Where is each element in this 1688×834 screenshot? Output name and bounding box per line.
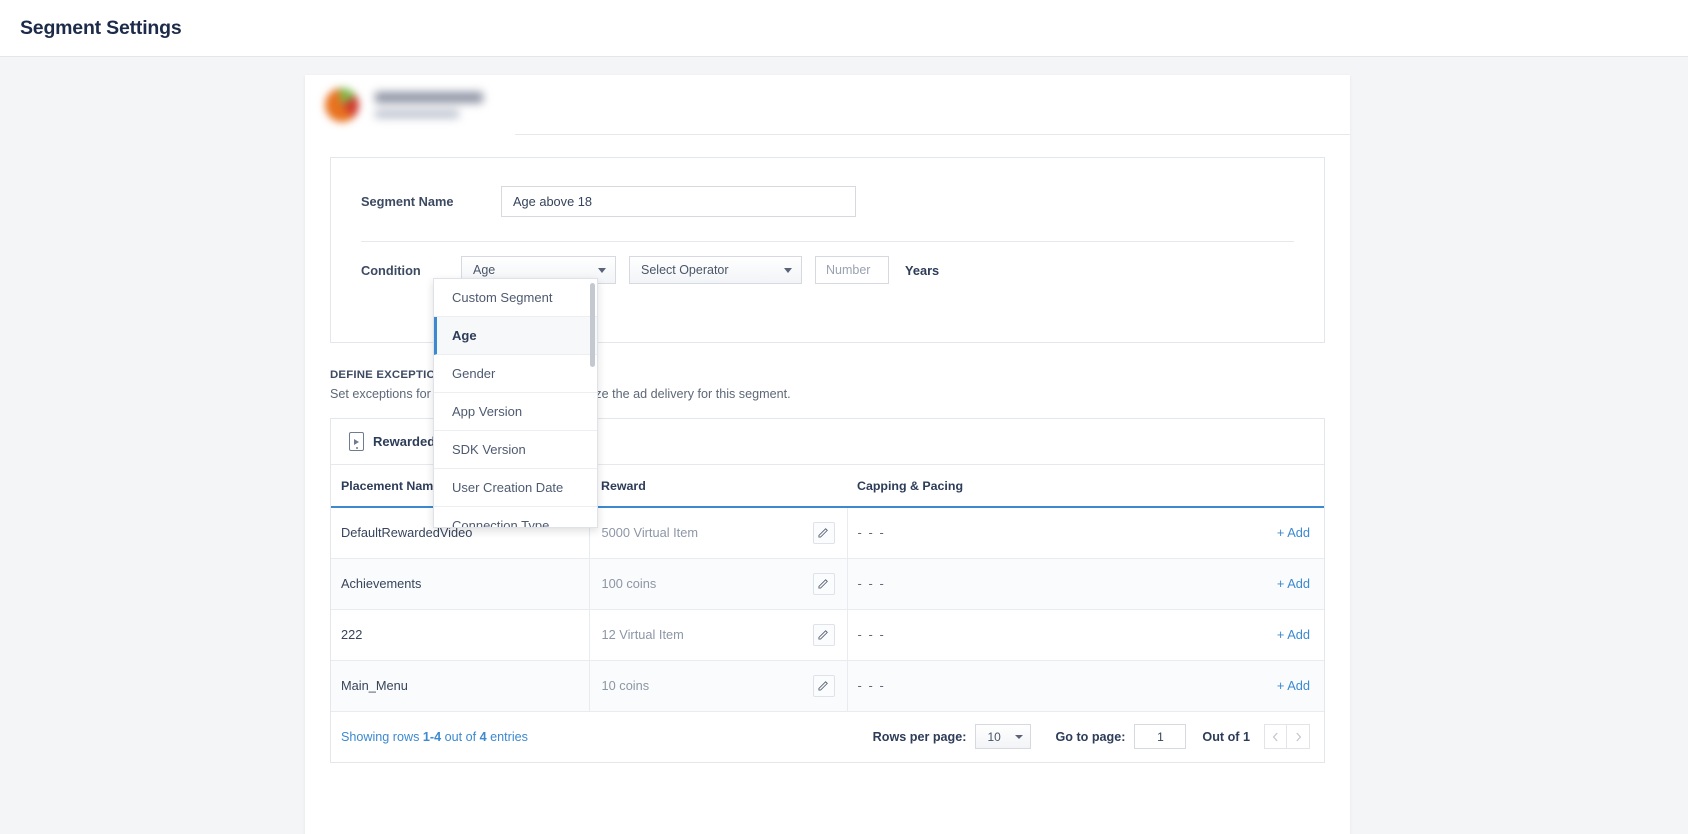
dropdown-item-gender[interactable]: Gender xyxy=(434,355,597,393)
cell-reward: 5000 Virtual Item xyxy=(589,507,848,559)
table-footer: Showing rows 1-4 out of 4 entries Rows p… xyxy=(331,712,1324,762)
operator-select[interactable]: Select Operator xyxy=(629,256,802,284)
cell-capping-pacing: - - - xyxy=(847,507,1214,559)
column-header-capping-pacing: Capping & Pacing xyxy=(847,465,1214,508)
app-header xyxy=(305,75,1350,135)
dropdown-item-user-creation-date[interactable]: User Creation Date xyxy=(434,469,597,507)
cell-reward: 12 Virtual Item xyxy=(589,609,848,661)
cell-capping-pacing: - - - xyxy=(847,660,1214,712)
add-exception-button[interactable]: + Add xyxy=(1277,627,1310,642)
table-row: Main_Menu 10 coins - - - + Add xyxy=(331,660,1324,712)
cell-reward-text: 5000 Virtual Item xyxy=(601,525,699,541)
dropdown-list: Custom Segment Age Gender App Version SD… xyxy=(434,279,597,527)
page-title: Segment Settings xyxy=(20,16,182,39)
showing-prefix: Showing rows xyxy=(341,729,423,744)
chevron-down-icon xyxy=(598,268,606,273)
showing-count: 4 xyxy=(479,729,487,744)
cell-actions: + Add xyxy=(1214,558,1324,610)
pencil-icon[interactable] xyxy=(812,674,835,697)
rows-per-page-select[interactable]: 10 xyxy=(975,724,1032,749)
showing-rows-status: Showing rows 1-4 out of 4 entries xyxy=(341,730,873,744)
segment-name-input[interactable] xyxy=(501,186,856,217)
add-exception-button[interactable]: + Add xyxy=(1277,678,1310,693)
operator-value: Select Operator xyxy=(641,263,729,277)
dropdown-item-custom-segment[interactable]: Custom Segment xyxy=(434,279,597,317)
page-root: Segment Settings Segment Name Condition … xyxy=(0,0,1688,834)
cell-capping-pacing: - - - xyxy=(847,558,1214,610)
condition-unit-label: Years xyxy=(905,262,940,278)
cell-placement-name: Main_Menu xyxy=(331,660,590,712)
top-bar: Segment Settings xyxy=(0,0,1688,57)
cell-placement-name: 222 xyxy=(331,609,590,661)
pencil-icon[interactable] xyxy=(812,521,835,544)
showing-suffix: entries xyxy=(486,729,528,744)
app-subtitle-redacted xyxy=(375,110,459,118)
next-page-button[interactable] xyxy=(1287,724,1310,749)
cell-reward-text: 10 coins xyxy=(601,678,650,693)
column-header-actions xyxy=(1214,465,1324,508)
condition-label: Condition xyxy=(361,262,421,278)
rows-per-page-value: 10 xyxy=(987,729,1001,744)
condition-type-value: Age xyxy=(473,263,496,277)
app-name-redacted xyxy=(375,92,483,103)
dropdown-item-sdk-version[interactable]: SDK Version xyxy=(434,431,597,469)
dropdown-scrollbar[interactable] xyxy=(590,283,595,367)
rows-per-page-label: Rows per page: xyxy=(872,729,967,744)
cell-actions: + Add xyxy=(1214,609,1324,661)
go-to-page-input[interactable] xyxy=(1134,724,1187,749)
add-exception-button[interactable]: + Add xyxy=(1277,576,1310,591)
chevron-right-icon xyxy=(1295,732,1301,741)
condition-number-input[interactable] xyxy=(815,256,889,284)
chevron-down-icon xyxy=(784,268,792,273)
table-row: Achievements 100 coins - - - + Add xyxy=(331,558,1324,610)
table-body: DefaultRewardedVideo 5000 Virtual Item -… xyxy=(331,507,1324,712)
showing-range: 1-4 xyxy=(422,729,442,744)
chevron-down-icon xyxy=(1015,734,1024,739)
out-of-label: Out of 1 xyxy=(1202,729,1250,744)
cell-actions: + Add xyxy=(1214,660,1324,712)
segment-name-row: Segment Name xyxy=(331,158,1324,217)
cell-actions: + Add xyxy=(1214,507,1324,559)
previous-page-button[interactable] xyxy=(1264,724,1287,749)
go-to-page-label: Go to page: xyxy=(1055,729,1126,744)
table-row: 222 12 Virtual Item - - - + Add xyxy=(331,609,1324,661)
pagination-controls: Rows per page: 10 Go to page: Out of 1 xyxy=(873,724,1310,749)
cell-reward: 100 coins xyxy=(589,558,848,610)
rewarded-video-icon xyxy=(349,432,364,451)
column-header-reward: Reward xyxy=(589,465,847,508)
dropdown-item-connection-type[interactable]: Connection Type xyxy=(434,507,597,527)
chevron-left-icon xyxy=(1272,732,1278,741)
segment-name-label: Segment Name xyxy=(361,194,454,209)
dropdown-item-app-version[interactable]: App Version xyxy=(434,393,597,431)
dropdown-item-age[interactable]: Age xyxy=(434,317,597,355)
cell-reward-text: 100 coins xyxy=(601,576,657,591)
add-exception-button[interactable]: + Add xyxy=(1277,525,1310,540)
cell-placement-name: Achievements xyxy=(331,558,590,610)
pencil-icon[interactable] xyxy=(812,623,835,646)
cell-reward: 10 coins xyxy=(589,660,848,712)
cell-capping-pacing: - - - xyxy=(847,609,1214,661)
app-avatar-icon xyxy=(325,88,359,122)
app-meta xyxy=(375,92,483,118)
pencil-icon[interactable] xyxy=(812,572,835,595)
condition-type-dropdown-menu[interactable]: Custom Segment Age Gender App Version SD… xyxy=(433,278,598,528)
showing-mid: out of xyxy=(441,729,480,744)
cell-reward-text: 12 Virtual Item xyxy=(601,627,684,642)
